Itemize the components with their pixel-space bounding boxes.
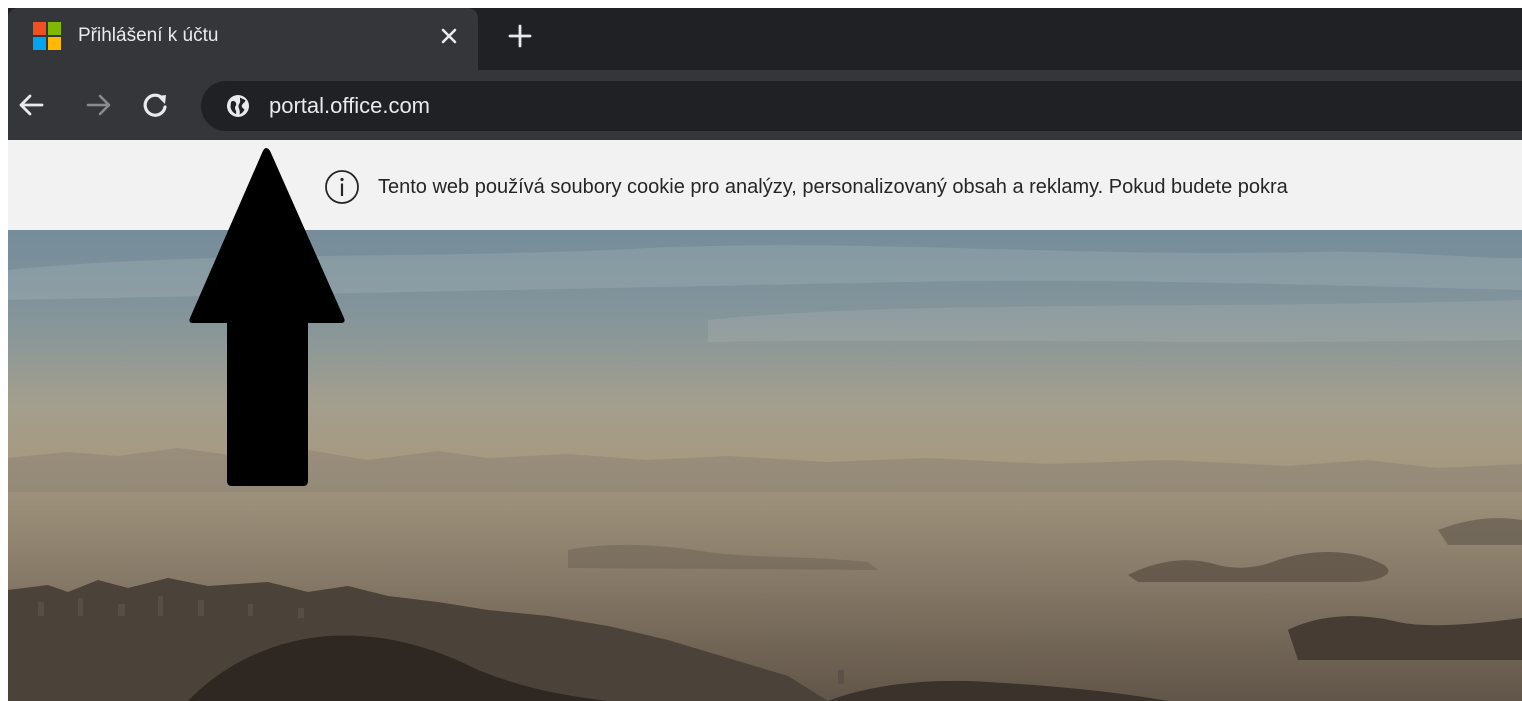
cookie-banner-text: Tento web používá soubory cookie pro ana… [378, 176, 1288, 198]
address-bar[interactable]: portal.office.com [201, 81, 1522, 131]
arrow-right-icon[interactable] [84, 90, 114, 120]
plus-icon[interactable] [506, 22, 534, 50]
arrow-left-icon[interactable] [16, 90, 46, 120]
browser-toolbar: portal.office.com [8, 70, 1522, 140]
tab-title: Přihlášení k účtu [78, 25, 219, 46]
microsoft-logo-icon [33, 22, 61, 50]
url-text: portal.office.com [269, 93, 431, 118]
browser-tab-strip: Přihlášení k účtu [8, 8, 1522, 70]
reload-icon[interactable] [140, 90, 170, 120]
browser-tab-active[interactable]: Přihlášení k účtu [8, 8, 478, 70]
arrow-up-icon [189, 148, 345, 486]
globe-icon[interactable] [226, 94, 250, 118]
close-icon[interactable] [435, 22, 463, 50]
screenshot-frame: Přihlášení k účtu portal.office.com Tent… [0, 0, 1522, 701]
